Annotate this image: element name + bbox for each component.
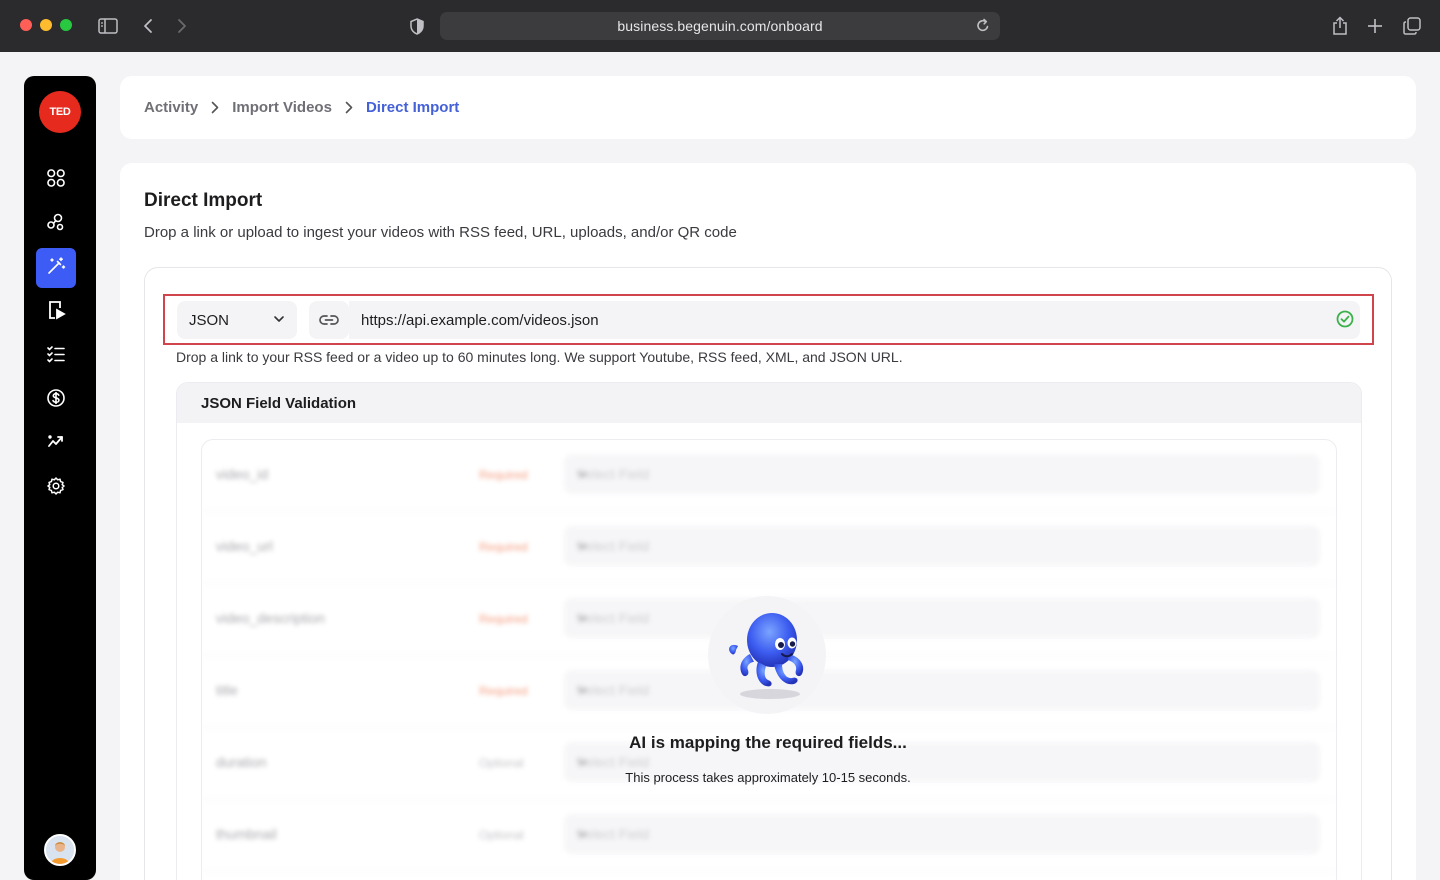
- source-type-select[interactable]: JSON: [177, 301, 297, 339]
- field-select[interactable]: Select Field: [564, 526, 1320, 566]
- check-circle-icon: [1336, 310, 1354, 333]
- url-hint-text: Drop a link to your RSS feed or a video …: [176, 349, 903, 365]
- brand-logo[interactable]: TED: [39, 91, 81, 133]
- chevron-right-icon: [345, 101, 353, 114]
- field-requirement: Required: [479, 468, 528, 482]
- minimize-window-button[interactable]: [40, 19, 52, 31]
- field-requirement: Required: [479, 684, 528, 698]
- field-select[interactable]: Select Field: [564, 454, 1320, 494]
- sidebar-item-analytics[interactable]: [36, 424, 76, 464]
- page-subtitle: Drop a link or upload to ingest your vid…: [144, 224, 737, 241]
- forward-icon[interactable]: [174, 14, 190, 38]
- field-requirement: Optional: [479, 828, 524, 842]
- close-window-button[interactable]: [20, 19, 32, 31]
- field-row: thumbnail Optional Select Field: [202, 800, 1336, 872]
- breadcrumb-activity[interactable]: Activity: [144, 99, 198, 116]
- field-select[interactable]: Select Field: [564, 670, 1320, 710]
- field-requirement: Required: [479, 540, 528, 554]
- breadcrumb: Activity Import Videos Direct Import: [120, 76, 1416, 139]
- trend-icon: [46, 432, 66, 457]
- sidebar-item-tasks[interactable]: [36, 336, 76, 376]
- breadcrumb-import-videos[interactable]: Import Videos: [232, 99, 332, 116]
- people-icon: [46, 212, 66, 237]
- app-sidebar: TED: [24, 76, 96, 880]
- address-text: business.begenuin.com/onboard: [617, 18, 823, 34]
- magic-wand-icon: [46, 256, 66, 281]
- dollar-icon: [46, 388, 66, 413]
- field-name: video_description: [216, 610, 325, 626]
- chevron-down-icon: [273, 312, 285, 329]
- shield-icon[interactable]: [408, 14, 426, 38]
- sidebar-item-settings[interactable]: [36, 468, 76, 508]
- field-select[interactable]: Select Field: [564, 598, 1320, 638]
- field-row: video_id Required Select Field: [202, 440, 1336, 512]
- source-type-value: JSON: [189, 311, 230, 329]
- url-input[interactable]: [349, 301, 1360, 339]
- sidebar-item-monetization[interactable]: [36, 380, 76, 420]
- chevron-down-icon: [576, 683, 1306, 699]
- url-input-row: JSON: [163, 294, 1374, 345]
- chevron-down-icon: [576, 467, 1306, 483]
- user-avatar[interactable]: [44, 834, 76, 866]
- field-row: video_url Required Select Field: [202, 512, 1336, 584]
- loading-subtitle: This process takes approximately 10-15 s…: [625, 770, 911, 785]
- page-title: Direct Import: [144, 190, 263, 211]
- import-panel: JSON Drop a link to your RSS feed or a v…: [144, 267, 1392, 880]
- breadcrumb-direct-import: Direct Import: [365, 99, 460, 116]
- field-name: title: [216, 682, 238, 698]
- checklist-icon: [46, 344, 66, 369]
- chevron-down-icon: [576, 755, 1306, 771]
- tab-overview-icon[interactable]: [1402, 14, 1422, 38]
- sidebar-item-dashboard[interactable]: [36, 160, 76, 200]
- sidebar-item-community[interactable]: [36, 204, 76, 244]
- field-requirement: Optional: [479, 756, 524, 770]
- field-name: thumbnail: [216, 826, 277, 842]
- chevron-right-icon: [211, 101, 219, 114]
- link-icon: [309, 301, 349, 339]
- loading-title: AI is mapping the required fields...: [629, 733, 907, 752]
- sidebar-item-videos[interactable]: [36, 292, 76, 332]
- validation-title: JSON Field Validation: [177, 383, 1361, 423]
- field-select[interactable]: Select Field: [564, 814, 1320, 854]
- reload-icon[interactable]: [976, 18, 990, 38]
- back-icon[interactable]: [140, 14, 156, 38]
- video-doc-icon: [46, 300, 66, 325]
- chevron-down-icon: [576, 611, 1306, 627]
- zoom-window-button[interactable]: [60, 19, 72, 31]
- chevron-down-icon: [576, 539, 1306, 555]
- field-name: duration: [216, 754, 267, 770]
- new-tab-icon[interactable]: [1366, 14, 1384, 38]
- sidebar-toggle-icon[interactable]: [96, 14, 120, 38]
- gear-icon: [46, 476, 66, 501]
- field-requirement: Required: [479, 612, 528, 626]
- octopus-mascot-icon: [708, 596, 826, 714]
- chevron-down-icon: [576, 827, 1306, 843]
- field-name: video_id: [216, 466, 269, 482]
- sidebar-item-create[interactable]: [36, 248, 76, 288]
- grid-icon: [46, 168, 66, 193]
- share-icon[interactable]: [1330, 14, 1350, 38]
- browser-toolbar: business.begenuin.com/onboard: [0, 0, 1440, 52]
- address-bar[interactable]: business.begenuin.com/onboard: [440, 12, 1000, 40]
- field-name: video_url: [216, 538, 273, 554]
